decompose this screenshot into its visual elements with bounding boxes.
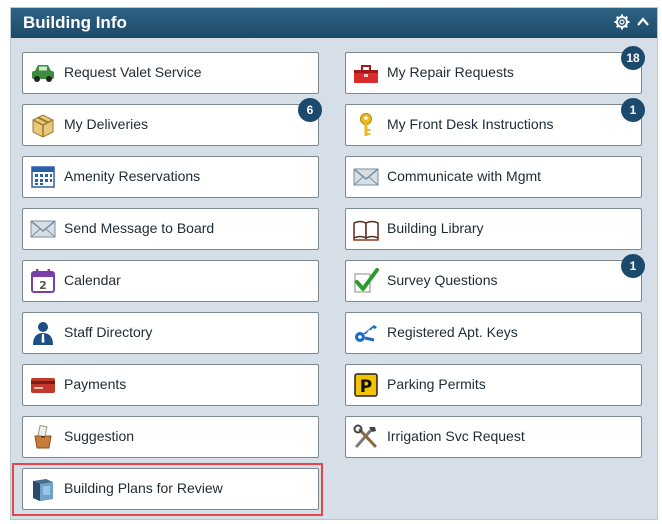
tile-label: Building Library <box>387 220 484 236</box>
tile-payments[interactable]: Payments <box>22 364 319 406</box>
count-badge: 1 <box>621 98 645 122</box>
person-icon <box>29 320 57 346</box>
calendar-icon: 2 <box>29 268 57 294</box>
tile-label: Staff Directory <box>64 324 153 340</box>
tile-my-repair-requests[interactable]: My Repair Requests 18 <box>345 46 645 94</box>
tile-calendar[interactable]: 2 Calendar <box>22 260 319 302</box>
panel-header: Building Info <box>11 8 657 38</box>
tile-label: My Front Desk Instructions <box>387 116 554 132</box>
tile-label: Request Valet Service <box>64 64 202 80</box>
tile-building-library[interactable]: Building Library <box>345 208 642 250</box>
tile-label: Send Message to Board <box>64 220 215 236</box>
tile-label: My Deliveries <box>64 116 149 132</box>
svg-text:2: 2 <box>39 279 47 292</box>
checkmark-icon <box>352 268 380 294</box>
tile-my-front-desk-instructions[interactable]: My Front Desk Instructions 1 <box>345 98 645 146</box>
count-badge: 1 <box>621 254 645 278</box>
tile-send-message-to-board[interactable]: Send Message to Board <box>22 208 319 250</box>
envelope-icon <box>29 216 57 242</box>
highlight-outline <box>12 463 323 516</box>
gear-icon[interactable] <box>614 14 630 30</box>
toolbox-icon <box>352 60 380 86</box>
tile-irrigation-svc-request[interactable]: Irrigation Svc Request <box>345 416 642 458</box>
tile-my-deliveries[interactable]: My Deliveries 6 <box>22 98 322 146</box>
key-icon <box>352 112 380 138</box>
suggestion-box-icon <box>29 424 57 450</box>
count-badge: 6 <box>298 98 322 122</box>
envelope-icon <box>352 164 380 190</box>
tile-label: Calendar <box>64 272 121 288</box>
calendar-grid-icon <box>29 164 57 190</box>
tile-communicate-with-mgmt[interactable]: Communicate with Mgmt <box>345 156 642 198</box>
package-icon <box>29 112 57 138</box>
tile-staff-directory[interactable]: Staff Directory <box>22 312 319 354</box>
tile-label: Registered Apt. Keys <box>387 324 518 340</box>
tile-label: Irrigation Svc Request <box>387 428 525 444</box>
tile-label: Parking Permits <box>387 376 486 392</box>
open-book-icon <box>352 216 380 242</box>
tile-label: Suggestion <box>64 428 135 444</box>
tile-label: My Repair Requests <box>387 64 514 80</box>
count-badge: 18 <box>621 46 645 70</box>
tools-icon <box>352 424 380 450</box>
tile-survey-questions[interactable]: Survey Questions 1 <box>345 254 645 302</box>
parking-icon: P <box>352 372 380 398</box>
tile-label: Communicate with Mgmt <box>387 168 542 184</box>
credit-card-icon <box>29 372 57 398</box>
tile-registered-apt-keys[interactable]: Registered Apt. Keys <box>345 312 642 354</box>
panel-title: Building Info <box>23 13 127 32</box>
tile-suggestion[interactable]: Suggestion <box>22 416 319 458</box>
tile-request-valet-service[interactable]: Request Valet Service <box>22 52 319 94</box>
tile-amenity-reservations[interactable]: Amenity Reservations <box>22 156 319 198</box>
svg-text:P: P <box>360 377 372 397</box>
tile-parking-permits[interactable]: P Parking Permits <box>345 364 642 406</box>
tile-label: Survey Questions <box>387 272 498 288</box>
tile-label: Payments <box>64 376 127 392</box>
car-icon <box>29 60 57 86</box>
tile-label: Amenity Reservations <box>64 168 201 184</box>
keys-icon <box>352 320 380 346</box>
chevron-up-icon[interactable] <box>635 14 651 30</box>
